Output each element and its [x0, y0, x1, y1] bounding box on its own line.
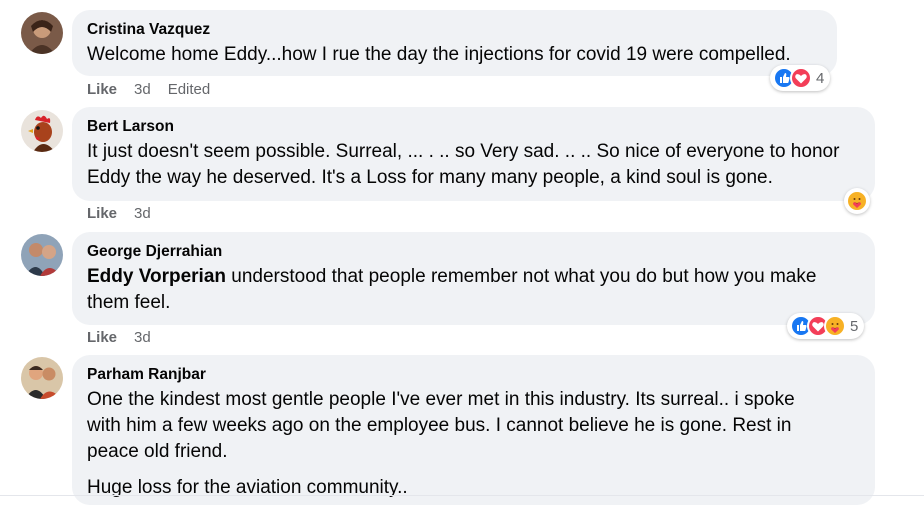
comment-time[interactable]: 3d: [134, 329, 151, 347]
avatar[interactable]: [21, 12, 63, 54]
comment-actions: Like 3d: [87, 205, 151, 223]
comment-text-line: Eddy the way he deserved. It's a Loss fo…: [87, 167, 773, 188]
love-icon: [790, 67, 812, 89]
care-icon: [846, 190, 868, 212]
like-button[interactable]: Like: [87, 81, 117, 99]
mention-link[interactable]: Eddy Vorperian: [87, 266, 226, 287]
like-button[interactable]: Like: [87, 329, 117, 347]
comment-text-line: One the kindest most gentle people I've …: [87, 389, 795, 410]
avatar[interactable]: [21, 234, 63, 276]
reaction-summary[interactable]: 5: [787, 313, 865, 339]
avatar[interactable]: [21, 110, 63, 152]
comment-text: It just doesn't seem possible. Surreal, …: [87, 139, 859, 191]
comment-author[interactable]: George Djerrahian: [87, 242, 859, 261]
comment-bubble: Parham Ranjbar One the kindest most gent…: [72, 355, 875, 505]
comment-text-line: Eddy Vorperian understood that people re…: [87, 264, 859, 290]
comment-bubble: Cristina Vazquez Welcome home Eddy...how…: [72, 10, 837, 76]
comment-time[interactable]: 3d: [134, 205, 151, 223]
comment-text-line: Huge loss for the aviation community..: [87, 477, 408, 498]
comment-text-line: peace old friend.: [87, 441, 228, 462]
reaction-count: 5: [850, 317, 859, 335]
comment-text: Eddy Vorperian understood that people re…: [87, 264, 859, 316]
comment-bubble: Bert Larson It just doesn't seem possibl…: [72, 107, 875, 201]
comment-author[interactable]: Cristina Vazquez: [87, 20, 821, 39]
divider: [0, 495, 924, 496]
comment-author[interactable]: Bert Larson: [87, 117, 859, 136]
comment-text: One the kindest most gentle people I've …: [87, 387, 859, 501]
comment-actions: Like 3d: [87, 329, 151, 347]
comment-actions: Like 3d Edited: [87, 81, 210, 99]
edited-label[interactable]: Edited: [168, 81, 211, 99]
comment-text-line: them feel.: [87, 292, 171, 313]
care-icon: [824, 315, 846, 337]
like-button[interactable]: Like: [87, 205, 117, 223]
comment-author[interactable]: Parham Ranjbar: [87, 365, 859, 384]
comment-text-segment: understood that people remember not what…: [226, 266, 817, 287]
comment-time[interactable]: 3d: [134, 81, 151, 99]
reaction-count: 4: [816, 69, 825, 87]
reaction-summary[interactable]: [844, 188, 870, 214]
comment-bubble: George Djerrahian Eddy Vorperian underst…: [72, 232, 875, 325]
reaction-summary[interactable]: 4: [770, 65, 831, 91]
comment-text: Welcome home Eddy...how I rue the day th…: [87, 44, 791, 65]
comment-text-line: with him a few weeks ago on the employee…: [87, 415, 792, 436]
avatar[interactable]: [21, 357, 63, 399]
comment-text-line: It just doesn't seem possible. Surreal, …: [87, 141, 840, 162]
